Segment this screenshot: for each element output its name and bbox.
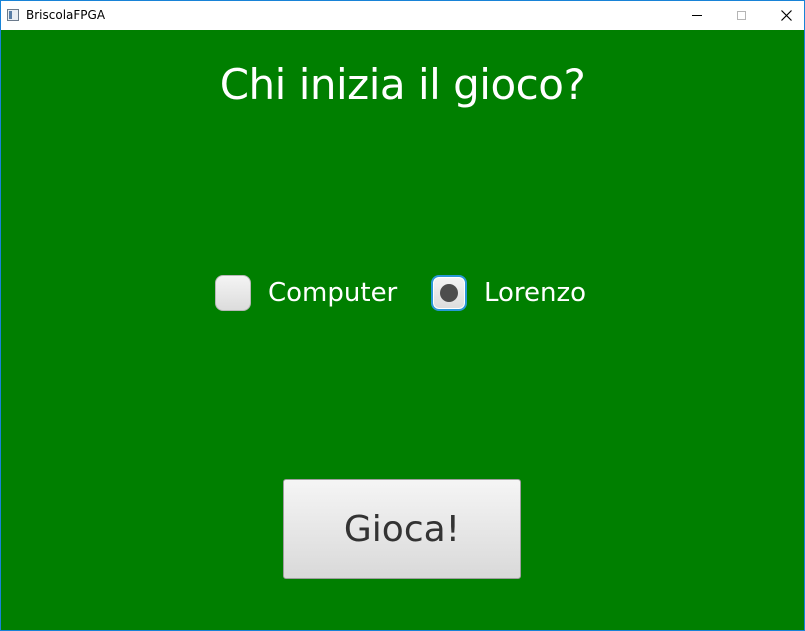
radio-lorenzo-label[interactable]: Lorenzo [484, 278, 586, 308]
radio-computer-box[interactable] [215, 275, 251, 311]
play-button[interactable]: Gioca! [283, 479, 521, 579]
title-bar[interactable]: BriscolaFPGA [1, 1, 804, 30]
maximize-button[interactable] [719, 1, 764, 30]
app-window: BriscolaFPGA Chi inizia il gioco? Comput… [0, 0, 805, 631]
radio-computer-label[interactable]: Computer [268, 278, 397, 308]
close-icon [781, 10, 792, 21]
radio-lorenzo[interactable]: Lorenzo [431, 275, 586, 311]
window-title: BriscolaFPGA [26, 8, 106, 22]
minimize-button[interactable] [674, 1, 719, 30]
app-icon [7, 9, 19, 21]
minimize-icon [691, 15, 702, 16]
close-button[interactable] [764, 1, 805, 30]
radio-selected-dot-icon [440, 284, 458, 302]
page-title: Chi inizia il gioco? [219, 60, 586, 109]
radio-lorenzo-box[interactable] [431, 275, 467, 311]
radio-computer[interactable]: Computer [215, 275, 397, 311]
maximize-icon [737, 11, 746, 20]
game-panel: Chi inizia il gioco? Computer Lorenzo Gi… [1, 30, 804, 630]
